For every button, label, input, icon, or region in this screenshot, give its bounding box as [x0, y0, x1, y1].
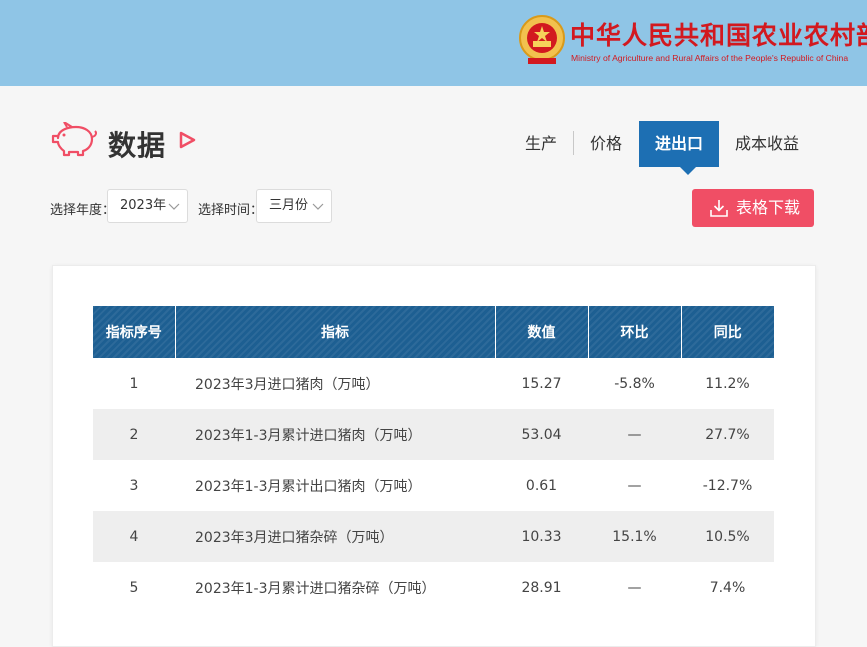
time-filter-label: 选择时间：: [198, 203, 264, 218]
tab-import-export[interactable]: 进出口: [639, 121, 719, 167]
year-select[interactable]: 2023年: [107, 189, 188, 223]
column-header-mom: 环比: [588, 306, 682, 358]
table-row: 2 2023年1-3月累计进口猪肉（万吨） 53.04 — 27.7%: [93, 409, 774, 460]
table-download-button[interactable]: 表格下载: [692, 189, 814, 227]
cell-indicator: 2023年3月进口猪杂碎（万吨）: [175, 511, 495, 562]
cell-index: 3: [129, 477, 139, 494]
column-header-indicator: 指标: [175, 306, 496, 358]
cell-value: 28.91: [521, 579, 562, 596]
year-select-value: 2023年: [120, 198, 167, 213]
cell-index: 5: [129, 579, 139, 596]
chevron-down-icon: [168, 203, 180, 210]
chevron-down-icon: [312, 203, 324, 210]
column-header-yoy: 同比: [681, 306, 774, 358]
cell-value: 0.61: [525, 477, 558, 494]
cell-index: 1: [129, 375, 139, 392]
table-header-row: 指标序号 指标 数值 环比 同比: [93, 306, 774, 358]
page-title: 数据: [108, 129, 167, 162]
cell-indicator: 2023年1-3月累计进口猪肉（万吨）: [175, 409, 495, 460]
pig-icon: [51, 122, 97, 157]
cell-mom: 15.1%: [588, 511, 681, 562]
site-header: 中华人民共和国农业农村部 Ministry of Agriculture and…: [0, 0, 867, 86]
table-row: 4 2023年3月进口猪杂碎（万吨） 10.33 15.1% 10.5%: [93, 511, 774, 562]
cell-yoy: 11.2%: [705, 375, 750, 392]
table-row: 1 2023年3月进口猪肉（万吨） 15.27 -5.8% 11.2%: [93, 358, 774, 409]
cell-value: 10.33: [495, 511, 588, 562]
cell-mom: -5.8%: [614, 375, 655, 392]
cell-indicator: 2023年1-3月累计出口猪肉（万吨）: [195, 478, 422, 495]
column-header-value: 数值: [495, 306, 589, 358]
cell-yoy: 27.7%: [681, 409, 774, 460]
ministry-name-en: Ministry of Agriculture and Rural Affair…: [571, 53, 849, 63]
cell-value: 15.27: [521, 375, 562, 392]
cell-indicator: 2023年3月进口猪肉（万吨）: [195, 376, 380, 393]
cell-yoy: 10.5%: [681, 511, 774, 562]
tab-cost-benefit[interactable]: 成本收益: [723, 121, 811, 167]
table-row: 5 2023年1-3月累计进口猪杂碎（万吨） 28.91 — 7.4%: [93, 562, 774, 613]
download-button-label: 表格下载: [736, 198, 801, 217]
national-emblem-icon: [519, 15, 565, 64]
table-row: 3 2023年1-3月累计出口猪肉（万吨） 0.61 — -12.7%: [93, 460, 774, 511]
cell-index: 2: [93, 409, 175, 460]
tab-production[interactable]: 生产: [510, 121, 572, 167]
play-triangle-icon: [179, 131, 196, 149]
column-header-index: 指标序号: [93, 306, 176, 358]
cell-mom: —: [588, 409, 681, 460]
active-tab-pointer: [680, 167, 696, 175]
tab-price[interactable]: 价格: [574, 121, 638, 167]
cell-index: 4: [93, 511, 175, 562]
month-select[interactable]: 三月份: [256, 189, 332, 223]
download-icon: [710, 200, 728, 217]
year-filter-label: 选择年度：: [50, 203, 116, 218]
data-table: 指标序号 指标 数值 环比 同比 1 2023年3月进口猪肉（万吨） 15.27…: [93, 306, 774, 613]
ministry-name-cn: 中华人民共和国农业农村部: [570, 21, 867, 50]
cell-yoy: 7.4%: [709, 579, 746, 596]
cell-value: 53.04: [495, 409, 588, 460]
cell-indicator: 2023年1-3月累计进口猪杂碎（万吨）: [195, 580, 436, 597]
cell-mom: —: [627, 579, 642, 596]
cell-yoy: -12.7%: [702, 477, 753, 494]
month-select-value: 三月份: [269, 198, 309, 213]
cell-mom: —: [627, 477, 642, 494]
data-card: 指标序号 指标 数值 环比 同比 1 2023年3月进口猪肉（万吨） 15.27…: [52, 265, 816, 647]
